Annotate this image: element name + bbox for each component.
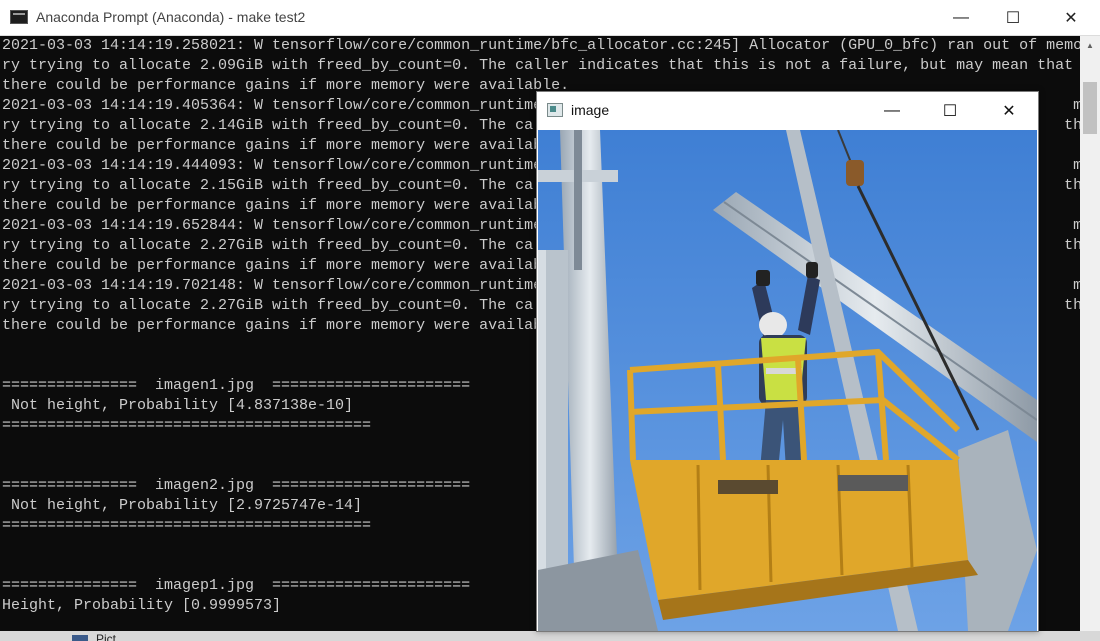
taskbar: Pict: [0, 631, 1100, 641]
taskbar-app-icon[interactable]: [72, 635, 88, 641]
construction-worker-photo: [538, 130, 1037, 631]
image-window-icon: [547, 103, 563, 117]
window-title: Anaconda Prompt (Anaconda) - make test2: [36, 9, 306, 25]
close-button[interactable]: ✕: [1048, 0, 1094, 35]
command-prompt-icon: [10, 10, 28, 24]
taskbar-item-label[interactable]: Pict: [96, 632, 116, 641]
image-window[interactable]: image — ☐ ✕: [536, 91, 1039, 632]
image-minimize-button[interactable]: —: [863, 92, 921, 130]
scroll-up-icon[interactable]: ▲: [1080, 36, 1100, 54]
image-window-title-bar[interactable]: image — ☐ ✕: [537, 92, 1038, 130]
image-window-title: image: [571, 102, 610, 118]
displayed-image: [538, 130, 1037, 631]
minimize-button[interactable]: —: [938, 0, 984, 35]
image-maximize-button[interactable]: ☐: [921, 92, 979, 130]
title-bar[interactable]: Anaconda Prompt (Anaconda) - make test2 …: [0, 0, 1100, 36]
vertical-scrollbar[interactable]: ▲: [1080, 36, 1100, 636]
image-close-button[interactable]: ✕: [980, 92, 1038, 130]
maximize-button[interactable]: ☐: [990, 0, 1036, 35]
scrollbar-thumb[interactable]: [1083, 82, 1097, 134]
